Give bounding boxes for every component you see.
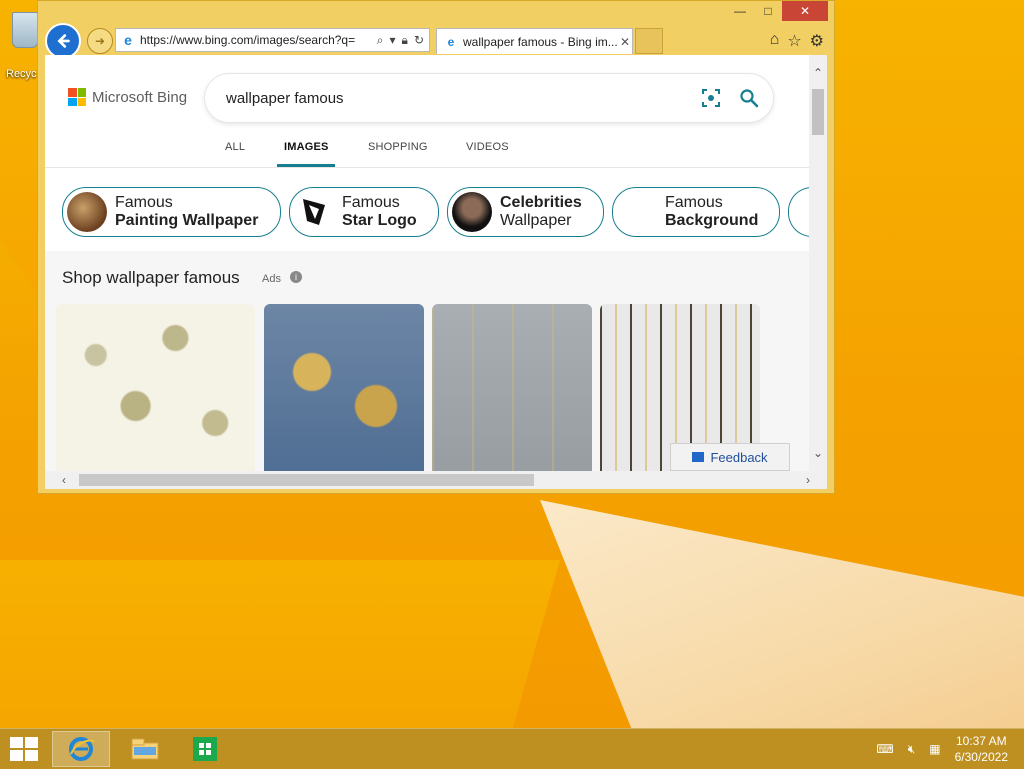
page-content: Microsoft Bing wallpaper famous ALL IMAG…: [45, 55, 827, 471]
ie-tab-icon: e: [447, 34, 455, 49]
forward-button[interactable]: ➜: [87, 28, 113, 54]
chip-text: Famous Star Logo: [342, 194, 417, 229]
address-url[interactable]: https://www.bing.com/images/search?q=: [140, 33, 377, 47]
shopping-title: Shop wallpaper famous: [62, 268, 240, 287]
search-box[interactable]: wallpaper famous: [205, 74, 773, 122]
logo-text: Microsoft Bing: [92, 88, 188, 106]
ie-page-icon: e: [124, 32, 132, 48]
visual-search-icon[interactable]: [697, 84, 725, 112]
product-image[interactable]: [432, 304, 592, 471]
active-tab-underline: [277, 164, 335, 167]
scroll-thumb[interactable]: [812, 89, 824, 135]
chip-thumbnail: [67, 192, 107, 232]
chip-text: Famous Background: [665, 194, 759, 229]
ie-window: — □ ✕ ➜ e https://www.bing.com/images/se…: [37, 0, 835, 494]
keyboard-icon[interactable]: ⌨: [876, 742, 893, 756]
date: 6/30/2022: [954, 750, 1008, 764]
taskbar-store-button[interactable]: [176, 731, 234, 767]
product-image[interactable]: [264, 304, 424, 471]
window-controls: — □ ✕: [726, 1, 828, 21]
scroll-thumb[interactable]: [79, 474, 534, 486]
nav-shopping[interactable]: SHOPPING: [368, 141, 428, 153]
maximize-button[interactable]: □: [754, 1, 782, 21]
feedback-label: Feedback: [710, 449, 768, 465]
wallpaper-shape: [0, 560, 560, 728]
favorites-star-icon[interactable]: ☆: [787, 31, 801, 51]
dropdown-icon[interactable]: ▾: [390, 33, 396, 48]
recycle-bin-icon: [12, 12, 38, 48]
nav-images[interactable]: IMAGES: [284, 141, 329, 153]
internet-explorer-icon: [69, 737, 95, 761]
clock[interactable]: 10:37 AM 6/30/2022: [955, 733, 1008, 765]
taskbar-ie-button[interactable]: [52, 731, 110, 767]
wallpaper-shape: [540, 500, 1024, 728]
scroll-up-icon[interactable]: ⌃: [809, 63, 827, 83]
star-logo-icon: [294, 192, 334, 232]
chip-painting-wallpaper[interactable]: Famous Painting Wallpaper: [62, 187, 281, 237]
recycle-bin[interactable]: Recyc: [0, 8, 40, 80]
file-explorer-icon: [131, 738, 159, 760]
product-image[interactable]: [56, 304, 255, 471]
start-button[interactable]: [10, 737, 38, 761]
network-icon[interactable]: ▦: [929, 742, 940, 756]
title-bar: — □ ✕ ➜ e https://www.bing.com/images/se…: [38, 1, 834, 59]
forward-arrow-icon: ➜: [94, 34, 106, 48]
minimize-button[interactable]: —: [726, 1, 754, 21]
feedback-button[interactable]: Feedback: [670, 443, 790, 471]
browser-right-icons: ⌂ ☆ ⚙: [770, 31, 824, 51]
chip-text: Famous Painting Wallpaper: [115, 194, 259, 229]
nav-videos[interactable]: VIDEOS: [466, 141, 509, 153]
horizontal-scrollbar[interactable]: ‹ ›: [45, 471, 827, 489]
search-icon[interactable]: ⌕: [377, 33, 384, 48]
close-button[interactable]: ✕: [782, 1, 828, 21]
search-input[interactable]: wallpaper famous: [205, 90, 697, 107]
system-tray: ⌨ 🔇︎ ▦ 10:37 AM 6/30/2022: [876, 729, 1024, 769]
info-icon[interactable]: i: [290, 271, 302, 283]
bing-nav: ALL IMAGES SHOPPING VIDEOS: [45, 127, 809, 168]
address-bar[interactable]: e https://www.bing.com/images/search?q= …: [115, 28, 430, 52]
back-arrow-icon: [57, 34, 70, 48]
chip-star-logo[interactable]: Famous Star Logo: [289, 187, 439, 237]
time: 10:37 AM: [955, 734, 1007, 748]
back-button[interactable]: [45, 23, 81, 59]
lock-icon[interactable]: 🔒︎: [402, 33, 408, 48]
refresh-icon[interactable]: ↻: [414, 33, 424, 48]
new-tab-button[interactable]: [635, 28, 663, 54]
taskbar-file-explorer-button[interactable]: [116, 731, 174, 767]
scroll-right-icon[interactable]: ›: [799, 471, 817, 489]
bing-logo[interactable]: Microsoft Bing: [68, 88, 187, 106]
tab-close-icon[interactable]: ✕: [618, 35, 632, 49]
scroll-left-icon[interactable]: ‹: [55, 471, 73, 489]
address-tools: ⌕ ▾ 🔒︎ ↻: [377, 33, 429, 48]
nav-all[interactable]: ALL: [225, 141, 245, 153]
recycle-bin-label: Recyc: [6, 68, 37, 80]
microsoft-logo-icon: [68, 88, 86, 106]
chip-famous-background[interactable]: Famous Background: [612, 187, 780, 237]
settings-gear-icon[interactable]: ⚙: [810, 31, 824, 51]
vertical-scrollbar[interactable]: ⌃ ⌄: [809, 55, 827, 471]
chip-text: Celebrities Wallpaper: [500, 194, 582, 229]
chip-thumbnail: [452, 192, 492, 232]
feedback-icon: [692, 452, 705, 462]
taskbar: ⌨ 🔇︎ ▦ 10:37 AM 6/30/2022: [0, 728, 1024, 769]
volume-muted-icon[interactable]: 🔇︎: [908, 742, 916, 757]
chip-celebrities-wallpaper[interactable]: Celebrities Wallpaper: [447, 187, 604, 237]
home-icon[interactable]: ⌂: [770, 31, 780, 51]
search-icon[interactable]: [735, 84, 763, 112]
tab-title: wallpaper famous - Bing im...: [463, 34, 618, 49]
scroll-down-icon[interactable]: ⌄: [809, 443, 827, 463]
store-icon: [193, 737, 217, 761]
ads-label: Ads: [262, 273, 281, 285]
chip-thumbnail: [617, 192, 657, 232]
browser-tab[interactable]: e wallpaper famous - Bing im... ✕: [436, 28, 633, 54]
